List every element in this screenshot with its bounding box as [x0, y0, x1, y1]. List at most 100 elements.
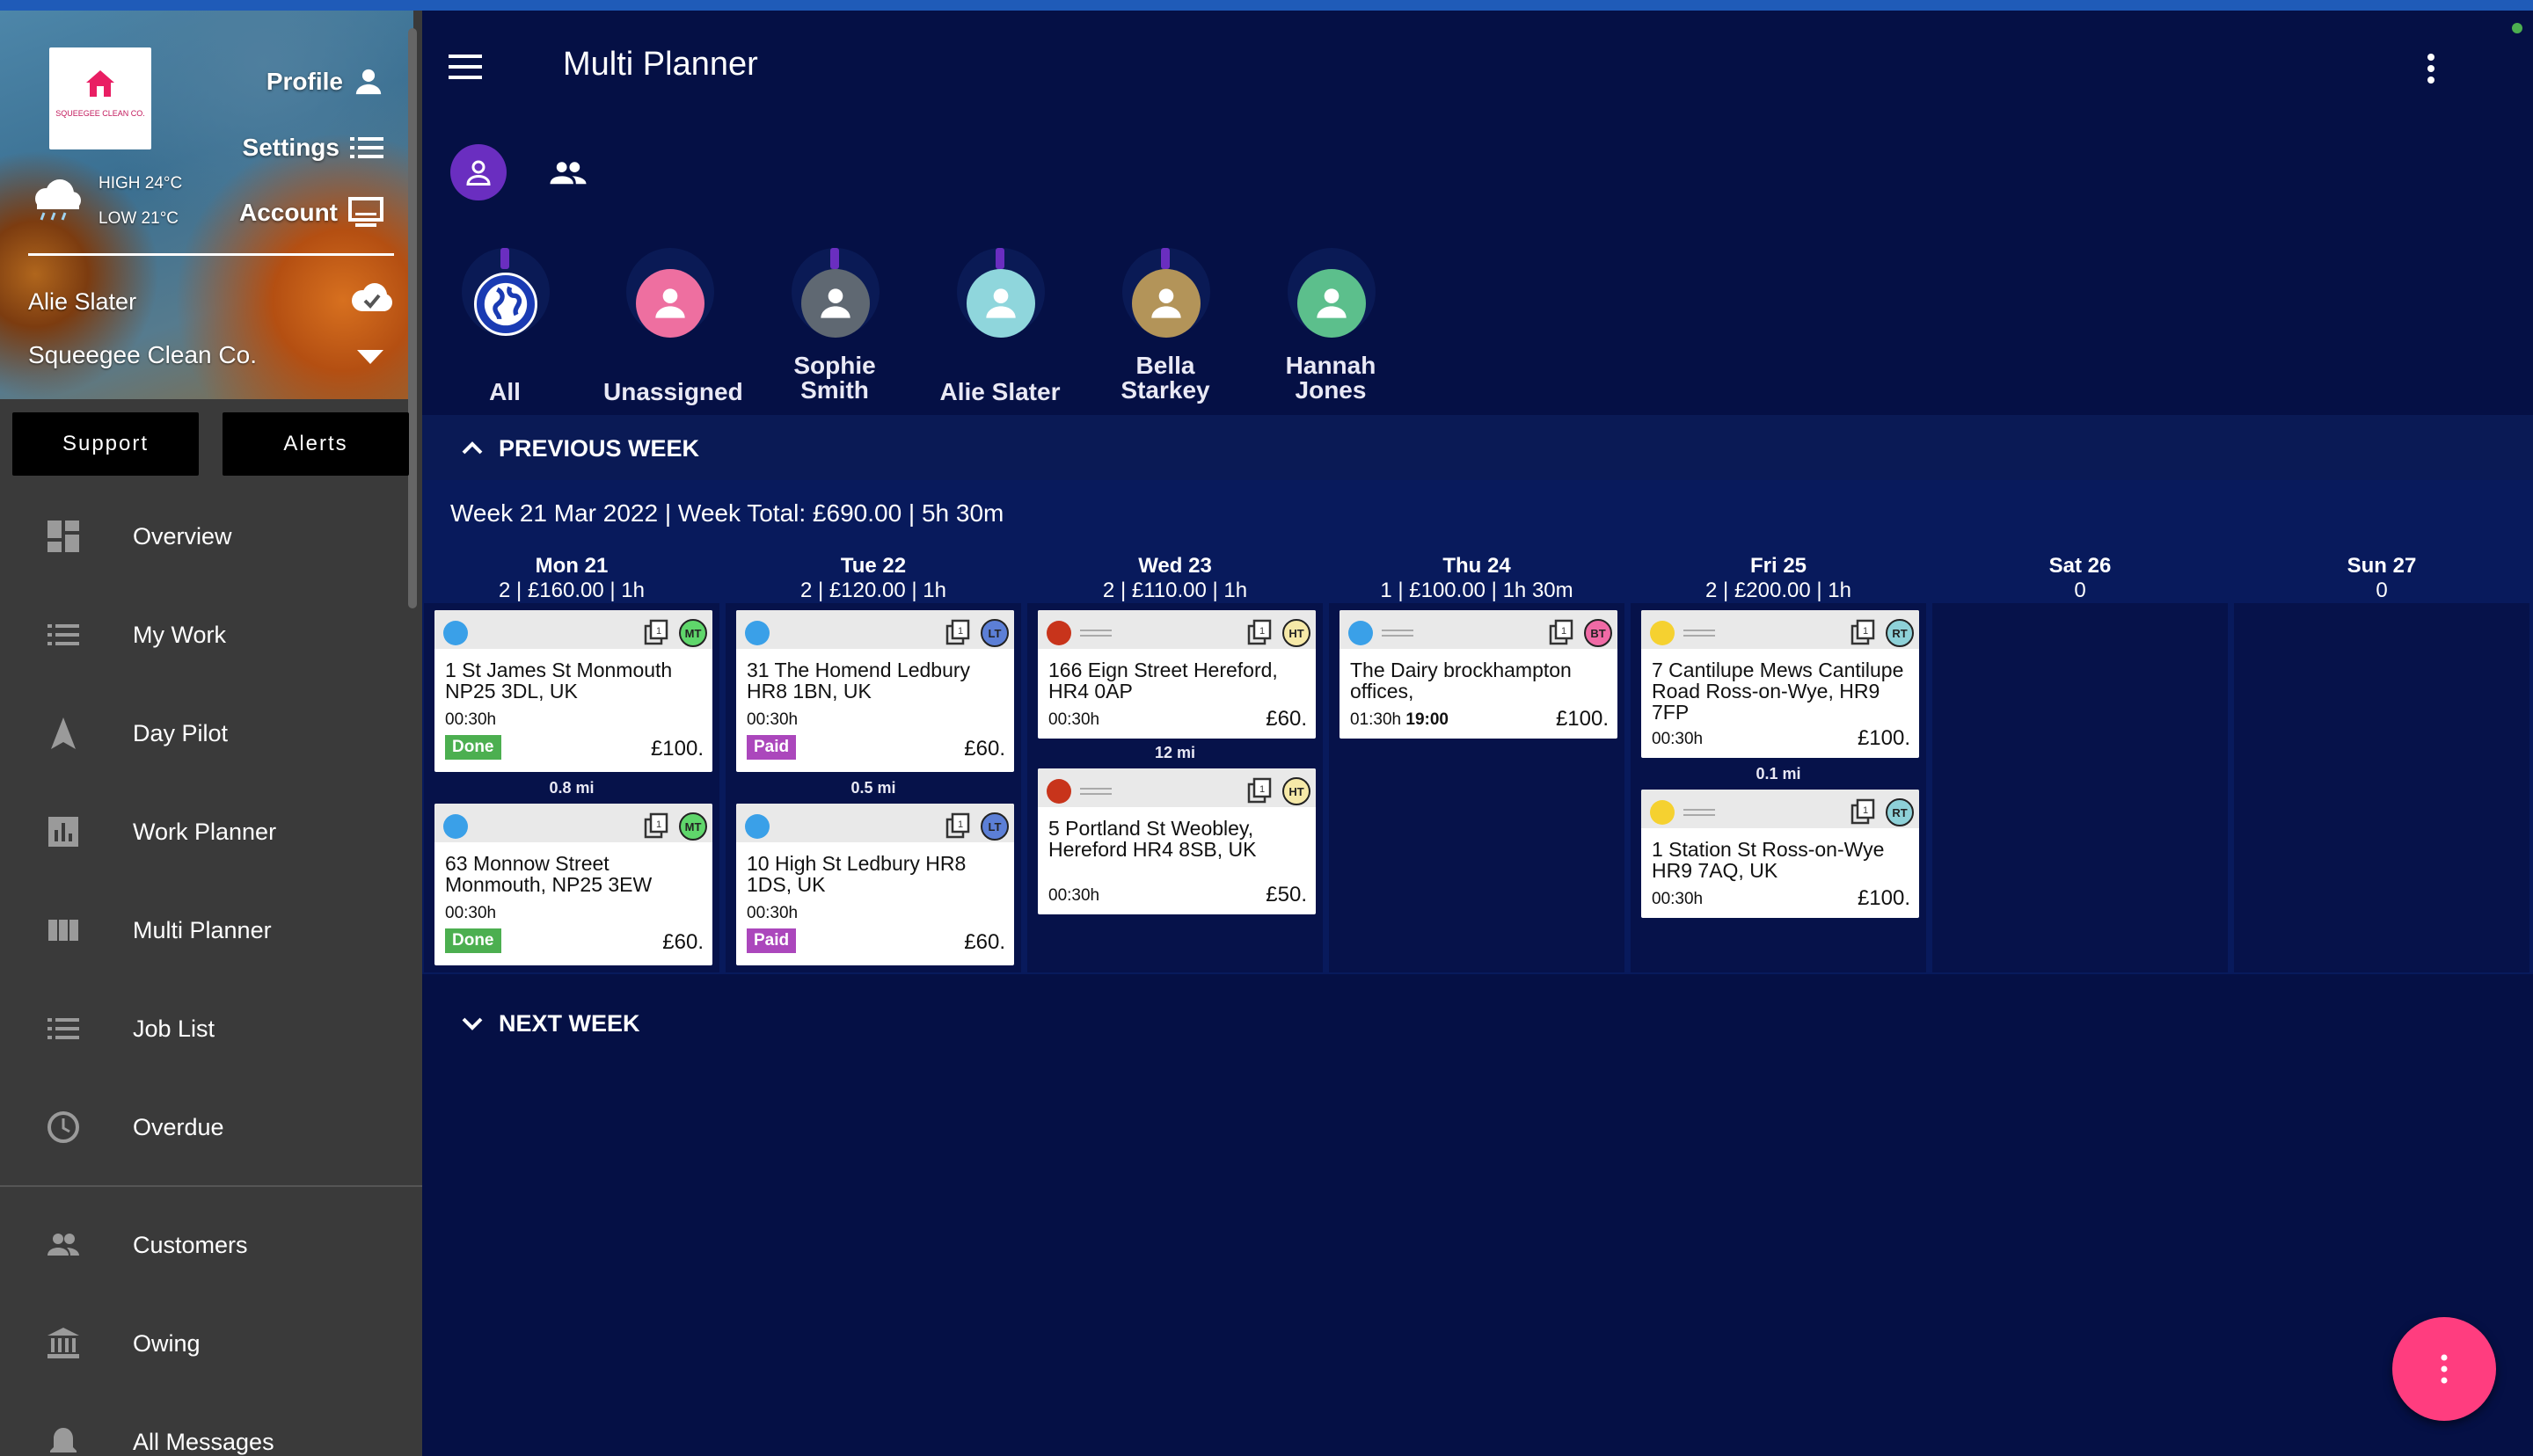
profile-link[interactable]: Profile: [266, 67, 383, 97]
job-card[interactable]: 1 LT 10 High St Ledbury HR8 1DS, UK 00:3…: [736, 804, 1014, 965]
copy-icon[interactable]: 1: [1247, 619, 1274, 645]
menu-icon[interactable]: [449, 55, 482, 79]
copy-icon[interactable]: 1: [1850, 798, 1877, 825]
job-price: £50.: [1266, 883, 1307, 906]
week-summary: Week 21 Mar 2022 | Week Total: £690.00 |…: [450, 499, 1004, 527]
sidebar-item-my-work[interactable]: My Work: [0, 591, 413, 679]
job-card[interactable]: 1 MT 1 St James St Monmouth NP25 3DL, UK…: [434, 610, 712, 772]
copy-icon[interactable]: 1: [945, 812, 972, 839]
copy-icon[interactable]: 1: [945, 619, 972, 645]
job-card[interactable]: 1 RT 7 Cantilupe Mews Cantilupe Road Ros…: [1641, 610, 1919, 758]
job-address: 10 High St Ledbury HR8 1DS, UK: [747, 852, 967, 896]
chevron-down-icon[interactable]: [357, 350, 383, 366]
account-link[interactable]: Account: [239, 197, 383, 229]
sidebar-item-job-list[interactable]: Job List: [0, 985, 413, 1073]
page-title: Multi Planner: [563, 46, 758, 83]
job-price: £60.: [662, 930, 704, 954]
drag-handle-icon[interactable]: [1683, 630, 1715, 637]
sidebar-item-label: All Messages: [133, 1428, 274, 1455]
job-card[interactable]: 1 HT 166 Eign Street Hereford, HR4 0AP 0…: [1038, 610, 1316, 739]
drag-handle-icon[interactable]: [1683, 809, 1715, 816]
single-view-button[interactable]: [450, 144, 507, 200]
job-duration-line: 00:30h: [445, 710, 496, 730]
assignee-initials: MT: [679, 812, 707, 841]
job-duration-line: 00:30h: [747, 904, 798, 923]
sidebar-item-label: Customers: [133, 1231, 248, 1258]
svg-text:1: 1: [1259, 784, 1265, 795]
avatar: [967, 269, 1035, 338]
person-icon: [355, 69, 382, 95]
travel-distance: 0.5 mi: [850, 779, 896, 797]
cloud-sync-icon[interactable]: [348, 281, 394, 315]
sidebar-item-label: Overview: [133, 522, 232, 550]
job-card-toolbar: 1 LT: [736, 804, 1014, 842]
job-duration-line: 00:30h: [1652, 730, 1703, 749]
job-card[interactable]: 1 MT 63 Monnow Street Monmouth, NP25 3EW…: [434, 804, 712, 965]
job-address: 63 Monnow Street Monmouth, NP25 3EW: [445, 852, 653, 896]
copy-icon[interactable]: 1: [1850, 619, 1877, 645]
sidebar-item-label: Job List: [133, 1015, 215, 1042]
job-card[interactable]: 1 BT The Dairy brockhampton offices, 01:…: [1339, 610, 1617, 739]
job-duration: 00:30h: [1048, 886, 1100, 905]
support-button[interactable]: Support: [12, 412, 199, 476]
more-vert-icon[interactable]: [2426, 53, 2436, 84]
job-card[interactable]: 1 LT 31 The Homend Ledbury HR8 1BN, UK 0…: [736, 610, 1014, 772]
job-card[interactable]: 1 RT 1 Station St Ross-on-Wye HR9 7AQ, U…: [1641, 790, 1919, 918]
sidebar-item-label: Owing: [133, 1329, 201, 1357]
day-summary: 0: [2376, 579, 2388, 602]
svg-text:1: 1: [958, 819, 963, 830]
job-status-dot: [1348, 621, 1373, 645]
job-address: 7 Cantilupe Mews Cantilupe Road Ross-on-…: [1652, 659, 1904, 724]
sidebar-item-multi-planner[interactable]: Multi Planner: [0, 886, 413, 974]
employee-name: Sophie Smith: [793, 352, 876, 404]
sidebar-item-owing[interactable]: Owing: [0, 1299, 413, 1387]
sidebar-item-label: Work Planner: [133, 818, 277, 845]
job-time: 19:00: [1405, 710, 1449, 729]
user-name: Alie Slater: [28, 288, 137, 315]
job-status-dot: [1047, 621, 1071, 645]
weather-low: LOW 21°C: [99, 209, 179, 228]
drag-handle-icon[interactable]: [1080, 630, 1112, 637]
navigation-icon: [51, 717, 76, 749]
sidebar-item-customers[interactable]: Customers: [0, 1201, 413, 1289]
day-header-wed: Wed 23 2 | £110.00 | 1h: [1027, 554, 1323, 603]
svg-text:1: 1: [1863, 626, 1868, 637]
team-view-button[interactable]: [540, 144, 596, 200]
assignee-initials: RT: [1886, 619, 1914, 647]
assignee-initials: LT: [981, 619, 1009, 647]
copy-icon[interactable]: 1: [1247, 777, 1274, 804]
sidebar-item-all-messages[interactable]: All Messages: [0, 1398, 413, 1456]
job-duration-line: 00:30h: [1048, 886, 1099, 906]
copy-icon[interactable]: 1: [1549, 619, 1575, 645]
person-icon: [821, 288, 850, 318]
job-duration-line: 00:30h: [747, 710, 798, 730]
sidebar-item-overdue[interactable]: Overdue: [0, 1083, 413, 1171]
selected-indicator: [1161, 248, 1170, 269]
sidebar-item-overview[interactable]: Overview: [0, 492, 413, 580]
previous-week-header[interactable]: PREVIOUS WEEK: [422, 415, 2533, 482]
copy-icon[interactable]: 1: [644, 619, 670, 645]
sidebar-item-day-pilot[interactable]: Day Pilot: [0, 689, 413, 777]
svg-text:1: 1: [1561, 626, 1566, 637]
more-vert-icon: [2441, 1354, 2448, 1384]
next-week-header[interactable]: NEXT WEEK: [422, 990, 2533, 1057]
job-duration-line: 00:30h: [1048, 710, 1099, 730]
avatar: [1297, 269, 1366, 338]
selected-indicator: [500, 248, 509, 269]
selected-indicator: [830, 248, 839, 269]
profile-label: Profile: [266, 68, 343, 95]
floating-action-button[interactable]: [2392, 1317, 2496, 1421]
sidebar-divider: [0, 1185, 422, 1187]
job-card[interactable]: 1 HT 5 Portland St Weobley, Hereford HR4…: [1038, 768, 1316, 914]
travel-distance: 12 mi: [1154, 744, 1196, 761]
drag-handle-icon[interactable]: [1080, 788, 1112, 795]
copy-icon[interactable]: 1: [644, 812, 670, 839]
job-status-dot: [1047, 779, 1071, 804]
employee-name: Hannah Jones: [1285, 352, 1376, 404]
sidebar-item-work-planner[interactable]: Work Planner: [0, 788, 413, 876]
settings-link[interactable]: Settings: [243, 134, 383, 162]
alerts-button[interactable]: Alerts: [223, 412, 409, 476]
drag-handle-icon[interactable]: [1382, 630, 1413, 637]
job-duration: 00:30h: [445, 710, 497, 729]
assignee-initials: HT: [1282, 619, 1310, 647]
